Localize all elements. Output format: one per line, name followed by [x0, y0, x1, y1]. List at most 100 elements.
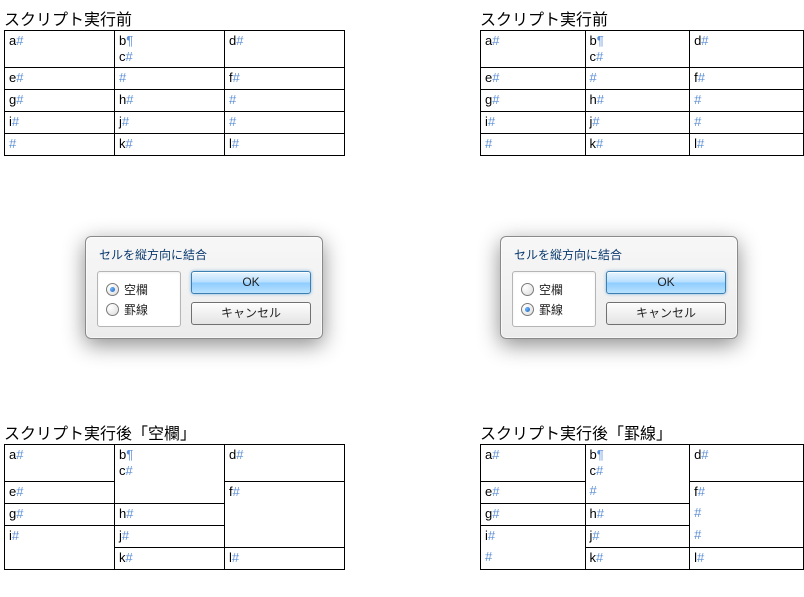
table-cell: l#: [225, 547, 345, 569]
table-left-before: a#b¶c#d#e##f#g#h##i#j###k#l#: [4, 30, 345, 156]
table-row: i#j##: [481, 112, 804, 134]
table-cell: l#: [690, 547, 804, 569]
radio-option-blank[interactable]: 空欄: [521, 279, 585, 299]
table-cell: #: [225, 90, 345, 112]
table-cell: #: [115, 68, 225, 90]
table-cell: d#: [225, 31, 345, 68]
table-cell: g#: [481, 90, 586, 112]
table-cell: d#: [225, 445, 345, 482]
table-right-before: a#b¶c#d#e##f#g#h##i#j###k#l#: [480, 30, 804, 156]
heading-right-after: スクリプト実行後「罫線」: [480, 420, 672, 444]
dialog-title: セルを縦方向に結合: [514, 246, 726, 263]
radio-label: 罫線: [539, 301, 563, 318]
table-row: a#b¶c#d#: [481, 445, 804, 482]
table-cell: [225, 503, 345, 525]
table-cell: i#: [481, 525, 586, 547]
heading-left-after: スクリプト実行後「空欄」: [4, 420, 196, 444]
table-cell: f#: [225, 481, 345, 503]
table-cell: f#: [690, 68, 804, 90]
table-cell: #: [690, 525, 804, 547]
table-cell: a#: [5, 31, 115, 68]
table-row: #k#l#: [5, 134, 345, 156]
table-row: g#h##: [5, 90, 345, 112]
table-cell: a#: [481, 31, 586, 68]
table-cell: [115, 481, 225, 503]
table-cell: #: [481, 134, 586, 156]
dialog-merge-vertical-left: セルを縦方向に結合 空欄 罫線 OK キャンセル: [85, 236, 323, 339]
table-cell: a#: [5, 445, 115, 482]
table-cell: #: [585, 481, 690, 503]
table-row: i#j#: [5, 525, 345, 547]
table-cell: k#: [585, 547, 690, 569]
table-cell: #: [585, 68, 690, 90]
table-row: g#h##: [481, 90, 804, 112]
table-cell: a#: [481, 445, 586, 482]
table-cell: g#: [481, 503, 586, 525]
table-row: e##f#: [481, 481, 804, 503]
table-cell: f#: [225, 68, 345, 90]
table-cell: j#: [115, 112, 225, 134]
table-cell: i#: [5, 525, 115, 547]
table-cell: i#: [481, 112, 586, 134]
dialog-title: セルを縦方向に結合: [99, 246, 311, 263]
radio-label: 罫線: [124, 301, 148, 318]
table-cell: g#: [5, 503, 115, 525]
table-cell: e#: [5, 481, 115, 503]
table-row: g#h##: [481, 503, 804, 525]
radio-option-rule[interactable]: 罫線: [106, 299, 170, 319]
table-cell: #: [225, 112, 345, 134]
table-cell: f#: [690, 481, 804, 503]
table-row: i#j##: [5, 112, 345, 134]
radio-option-rule[interactable]: 罫線: [521, 299, 585, 319]
table-row: e# f#: [5, 481, 345, 503]
table-cell: k#: [115, 134, 225, 156]
table-cell: k#: [115, 547, 225, 569]
table-cell: e#: [481, 68, 586, 90]
radio-label: 空欄: [539, 281, 563, 298]
radio-label: 空欄: [124, 281, 148, 298]
cancel-button[interactable]: キャンセル: [191, 302, 311, 325]
table-cell: h#: [115, 503, 225, 525]
table-cell: e#: [5, 68, 115, 90]
table-cell: [225, 525, 345, 547]
radio-icon: [521, 283, 534, 296]
table-cell: h#: [585, 90, 690, 112]
table-cell: j#: [585, 525, 690, 547]
table-cell: h#: [585, 503, 690, 525]
table-cell: #: [690, 503, 804, 525]
table-cell: [5, 547, 115, 569]
table-cell: l#: [690, 134, 804, 156]
table-row: g#h#: [5, 503, 345, 525]
table-cell: b¶c#: [115, 445, 225, 482]
table-cell: h#: [115, 90, 225, 112]
table-cell: g#: [5, 90, 115, 112]
table-row: e##f#: [481, 68, 804, 90]
table-cell: e#: [481, 481, 586, 503]
table-row: a#b¶c#d#: [5, 445, 345, 482]
table-cell: l#: [225, 134, 345, 156]
dialog-merge-vertical-right: セルを縦方向に結合 空欄 罫線 OK キャンセル: [500, 236, 738, 339]
radio-option-blank[interactable]: 空欄: [106, 279, 170, 299]
ok-button[interactable]: OK: [191, 271, 311, 294]
table-cell: d#: [690, 31, 804, 68]
radio-icon: [106, 283, 119, 296]
table-cell: b¶c#: [585, 31, 690, 68]
table-row: k#l#: [5, 547, 345, 569]
radio-group: 空欄 罫線: [97, 271, 181, 327]
ok-button[interactable]: OK: [606, 271, 726, 294]
table-cell: i#: [5, 112, 115, 134]
table-cell: #: [5, 134, 115, 156]
radio-group: 空欄 罫線: [512, 271, 596, 327]
table-cell: #: [481, 547, 586, 569]
heading-right-before: スクリプト実行前: [480, 6, 608, 30]
heading-left-before: スクリプト実行前: [4, 6, 132, 30]
radio-icon: [521, 303, 534, 316]
table-cell: b¶c#: [585, 445, 690, 482]
table-right-after-rule: a#b¶c#d#e##f#g#h##i#j###k#l#: [480, 444, 804, 570]
table-row: i#j##: [481, 525, 804, 547]
radio-icon: [106, 303, 119, 316]
table-cell: j#: [585, 112, 690, 134]
table-row: a#b¶c#d#: [5, 31, 345, 68]
table-cell: b¶c#: [115, 31, 225, 68]
cancel-button[interactable]: キャンセル: [606, 302, 726, 325]
